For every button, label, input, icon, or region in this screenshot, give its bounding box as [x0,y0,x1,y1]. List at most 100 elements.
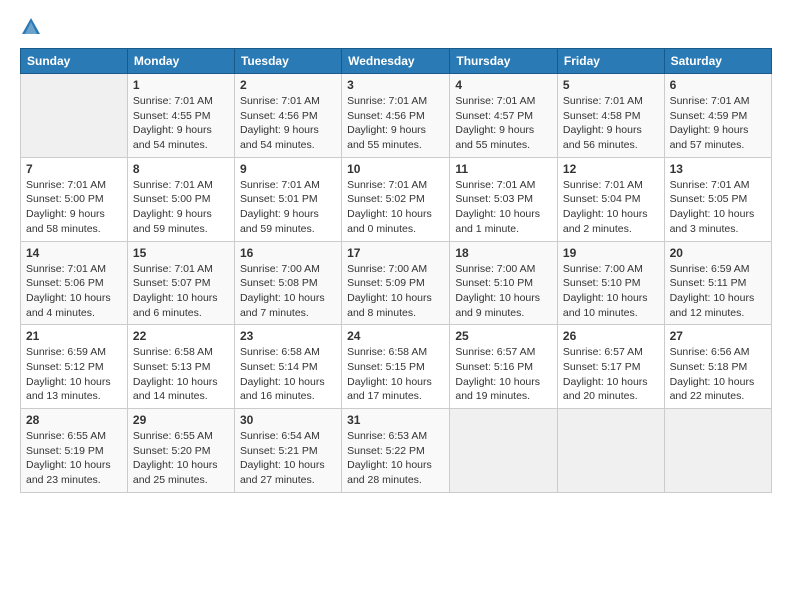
day-info: Sunrise: 6:58 AMSunset: 5:13 PMDaylight:… [133,345,229,404]
calendar-cell: 31Sunrise: 6:53 AMSunset: 5:22 PMDayligh… [342,409,450,493]
calendar-week-4: 21 Sunrise: 6:59 AMSunset: 5:12 PMDayligh… [21,325,772,409]
calendar-cell: 20 Sunrise: 6:59 AMSunset: 5:11 PMDayligh… [664,241,771,325]
calendar-cell: 29 Sunrise: 6:55 AMSunset: 5:20 PMDayligh… [127,409,234,493]
logo-icon [20,16,42,38]
weekday-header-wednesday: Wednesday [342,49,450,74]
day-number: 17 [347,246,444,260]
day-info: Sunrise: 7:00 AMSunset: 5:10 PMDaylight:… [455,262,552,321]
day-info: Sunrise: 7:01 AMSunset: 5:01 PMDaylight:… [240,178,336,237]
day-info: Sunrise: 7:01 AMSunset: 5:02 PMDaylight:… [347,178,444,237]
calendar-cell: 11Sunrise: 7:01 AMSunset: 5:03 PMDayligh… [450,157,558,241]
day-info: Sunrise: 6:55 AMSunset: 5:20 PMDaylight:… [133,429,229,488]
weekday-header-friday: Friday [557,49,664,74]
calendar-cell: 15 Sunrise: 7:01 AMSunset: 5:07 PMDayligh… [127,241,234,325]
day-number: 27 [670,329,766,343]
day-number: 2 [240,78,336,92]
calendar-cell: 5 Sunrise: 7:01 AMSunset: 4:58 PMDaylight… [557,74,664,158]
calendar-table: SundayMondayTuesdayWednesdayThursdayFrid… [20,48,772,493]
calendar-cell: 8 Sunrise: 7:01 AMSunset: 5:00 PMDaylight… [127,157,234,241]
calendar-cell: 12 Sunrise: 7:01 AMSunset: 5:04 PMDayligh… [557,157,664,241]
calendar-cell: 21 Sunrise: 6:59 AMSunset: 5:12 PMDayligh… [21,325,128,409]
day-number: 15 [133,246,229,260]
day-number: 14 [26,246,122,260]
calendar-cell: 19Sunrise: 7:00 AMSunset: 5:10 PMDayligh… [557,241,664,325]
day-info: Sunrise: 6:57 AMSunset: 5:16 PMDaylight:… [455,345,552,404]
day-number: 11 [455,162,552,176]
day-number: 7 [26,162,122,176]
calendar-cell: 23Sunrise: 6:58 AMSunset: 5:14 PMDayligh… [234,325,341,409]
day-info: Sunrise: 7:01 AMSunset: 5:05 PMDaylight:… [670,178,766,237]
calendar-week-2: 7 Sunrise: 7:01 AMSunset: 5:00 PMDaylight… [21,157,772,241]
calendar-cell: 1Sunrise: 7:01 AMSunset: 4:55 PMDaylight… [127,74,234,158]
day-number: 31 [347,413,444,427]
calendar-cell: 22 Sunrise: 6:58 AMSunset: 5:13 PMDayligh… [127,325,234,409]
day-info: Sunrise: 6:59 AMSunset: 5:12 PMDaylight:… [26,345,122,404]
day-number: 25 [455,329,552,343]
day-info: Sunrise: 6:57 AMSunset: 5:17 PMDaylight:… [563,345,659,404]
day-info: Sunrise: 7:01 AMSunset: 5:00 PMDaylight:… [26,178,122,237]
day-info: Sunrise: 7:00 AMSunset: 5:09 PMDaylight:… [347,262,444,321]
weekday-header-thursday: Thursday [450,49,558,74]
calendar-cell: 7 Sunrise: 7:01 AMSunset: 5:00 PMDaylight… [21,157,128,241]
day-number: 21 [26,329,122,343]
day-info: Sunrise: 6:58 AMSunset: 5:14 PMDaylight:… [240,345,336,404]
calendar-week-1: 1Sunrise: 7:01 AMSunset: 4:55 PMDaylight… [21,74,772,158]
day-info: Sunrise: 7:01 AMSunset: 5:04 PMDaylight:… [563,178,659,237]
calendar-cell: 25 Sunrise: 6:57 AMSunset: 5:16 PMDayligh… [450,325,558,409]
calendar-cell [450,409,558,493]
calendar-cell: 6Sunrise: 7:01 AMSunset: 4:59 PMDaylight… [664,74,771,158]
weekday-header-saturday: Saturday [664,49,771,74]
weekday-header-tuesday: Tuesday [234,49,341,74]
weekday-row: SundayMondayTuesdayWednesdayThursdayFrid… [21,49,772,74]
calendar-week-3: 14Sunrise: 7:01 AMSunset: 5:06 PMDayligh… [21,241,772,325]
day-number: 4 [455,78,552,92]
calendar-cell: 9 Sunrise: 7:01 AMSunset: 5:01 PMDaylight… [234,157,341,241]
logo [20,16,46,38]
day-number: 12 [563,162,659,176]
day-info: Sunrise: 7:01 AMSunset: 4:58 PMDaylight:… [563,94,659,153]
day-number: 10 [347,162,444,176]
calendar-cell: 24Sunrise: 6:58 AMSunset: 5:15 PMDayligh… [342,325,450,409]
day-number: 13 [670,162,766,176]
day-number: 20 [670,246,766,260]
day-info: Sunrise: 6:54 AMSunset: 5:21 PMDaylight:… [240,429,336,488]
calendar-cell [21,74,128,158]
weekday-header-monday: Monday [127,49,234,74]
calendar-cell: 26 Sunrise: 6:57 AMSunset: 5:17 PMDayligh… [557,325,664,409]
calendar-cell [664,409,771,493]
day-number: 9 [240,162,336,176]
day-info: Sunrise: 6:55 AMSunset: 5:19 PMDaylight:… [26,429,122,488]
day-number: 19 [563,246,659,260]
calendar-cell: 30 Sunrise: 6:54 AMSunset: 5:21 PMDayligh… [234,409,341,493]
calendar-body: 1Sunrise: 7:01 AMSunset: 4:55 PMDaylight… [21,74,772,493]
day-info: Sunrise: 7:01 AMSunset: 4:56 PMDaylight:… [240,94,336,153]
day-info: Sunrise: 7:01 AMSunset: 4:57 PMDaylight:… [455,94,552,153]
day-number: 18 [455,246,552,260]
day-number: 30 [240,413,336,427]
day-info: Sunrise: 7:01 AMSunset: 4:55 PMDaylight:… [133,94,229,153]
day-number: 22 [133,329,229,343]
day-info: Sunrise: 7:01 AMSunset: 5:07 PMDaylight:… [133,262,229,321]
calendar-cell: 27 Sunrise: 6:56 AMSunset: 5:18 PMDayligh… [664,325,771,409]
calendar-cell: 16Sunrise: 7:00 AMSunset: 5:08 PMDayligh… [234,241,341,325]
calendar-header: SundayMondayTuesdayWednesdayThursdayFrid… [21,49,772,74]
day-number: 16 [240,246,336,260]
weekday-header-sunday: Sunday [21,49,128,74]
day-number: 29 [133,413,229,427]
calendar-week-5: 28 Sunrise: 6:55 AMSunset: 5:19 PMDayligh… [21,409,772,493]
day-info: Sunrise: 6:59 AMSunset: 5:11 PMDaylight:… [670,262,766,321]
day-number: 28 [26,413,122,427]
calendar-cell: 17 Sunrise: 7:00 AMSunset: 5:09 PMDayligh… [342,241,450,325]
calendar-cell: 28 Sunrise: 6:55 AMSunset: 5:19 PMDayligh… [21,409,128,493]
day-info: Sunrise: 7:01 AMSunset: 4:56 PMDaylight:… [347,94,444,153]
day-info: Sunrise: 6:58 AMSunset: 5:15 PMDaylight:… [347,345,444,404]
calendar-cell: 14Sunrise: 7:01 AMSunset: 5:06 PMDayligh… [21,241,128,325]
calendar-cell [557,409,664,493]
calendar-cell: 4 Sunrise: 7:01 AMSunset: 4:57 PMDaylight… [450,74,558,158]
day-info: Sunrise: 6:56 AMSunset: 5:18 PMDaylight:… [670,345,766,404]
calendar-cell: 13 Sunrise: 7:01 AMSunset: 5:05 PMDayligh… [664,157,771,241]
day-info: Sunrise: 7:01 AMSunset: 5:00 PMDaylight:… [133,178,229,237]
day-number: 5 [563,78,659,92]
day-number: 8 [133,162,229,176]
day-number: 26 [563,329,659,343]
